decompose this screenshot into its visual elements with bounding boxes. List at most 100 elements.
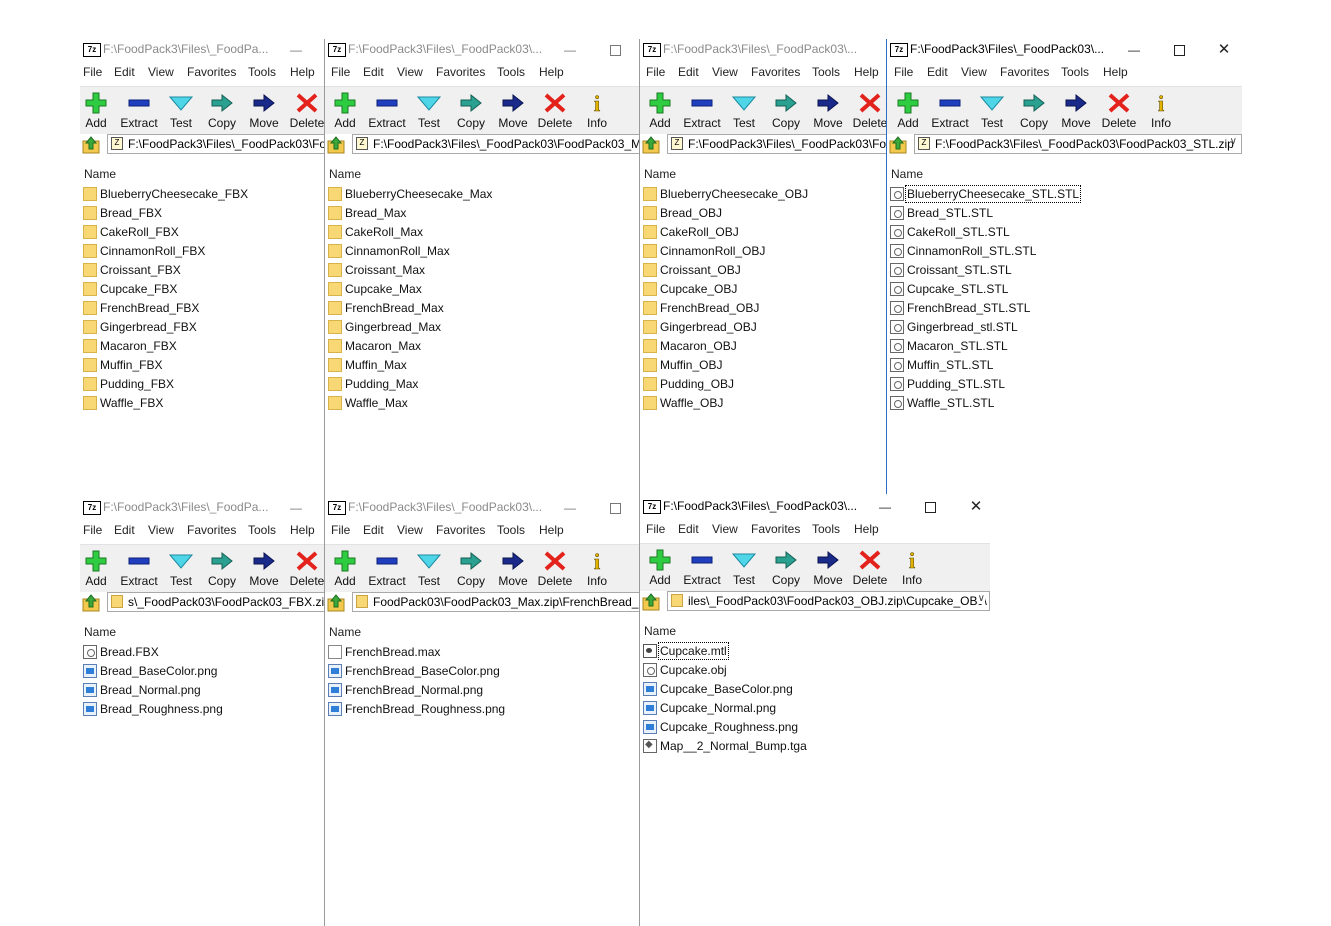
list-item[interactable]: Waffle_OBJ: [642, 394, 888, 413]
up-folder-icon[interactable]: [326, 593, 346, 613]
list-item[interactable]: Cupcake_Max: [327, 280, 640, 299]
minimize-button[interactable]: —: [276, 39, 316, 61]
list-item[interactable]: CinnamonRoll_Max: [327, 242, 640, 261]
menu-help[interactable]: Help: [854, 522, 879, 536]
address-field[interactable]: s\_FoodPack03\FoodPack03_FBX.zip: [107, 592, 325, 612]
up-folder-icon[interactable]: [641, 135, 661, 155]
column-header[interactable]: Name: [82, 166, 326, 184]
list-item[interactable]: Gingerbread_OBJ: [642, 318, 888, 337]
list-item[interactable]: BlueberryCheesecake_STL.STL: [889, 185, 1242, 204]
minimize-button[interactable]: —: [865, 496, 905, 518]
close-button[interactable]: ✕: [956, 496, 990, 518]
menu-view[interactable]: View: [148, 65, 174, 79]
menu-help[interactable]: Help: [1103, 65, 1128, 79]
list-item[interactable]: Macaron_Max: [327, 337, 640, 356]
list-item[interactable]: Cupcake_Roughness.png: [642, 718, 990, 737]
list-item[interactable]: Bread.FBX: [82, 643, 325, 662]
menu-file[interactable]: File: [894, 65, 913, 79]
address-field[interactable]: iles\_FoodPack03\FoodPack03_OBJ.zip\Cupc…: [667, 591, 990, 611]
list-item[interactable]: CakeRoll_STL.STL: [889, 223, 1242, 242]
menu-help[interactable]: Help: [539, 523, 564, 537]
up-folder-icon[interactable]: [326, 135, 346, 155]
menu-favorites[interactable]: Favorites: [1000, 65, 1049, 79]
list-item[interactable]: Muffin_FBX: [82, 356, 326, 375]
menu-edit[interactable]: Edit: [114, 65, 135, 79]
list-item[interactable]: FrenchBread_FBX: [82, 299, 326, 318]
list-item[interactable]: Cupcake_FBX: [82, 280, 326, 299]
list-item[interactable]: Bread_Roughness.png: [82, 700, 325, 719]
menu-view[interactable]: View: [397, 523, 423, 537]
menu-view[interactable]: View: [397, 65, 423, 79]
menu-help[interactable]: Help: [539, 65, 564, 79]
menu-help[interactable]: Help: [290, 65, 315, 79]
menu-view[interactable]: View: [712, 522, 738, 536]
list-item[interactable]: Macaron_OBJ: [642, 337, 888, 356]
menu-file[interactable]: File: [83, 523, 102, 537]
menu-edit[interactable]: Edit: [678, 65, 699, 79]
menu-favorites[interactable]: Favorites: [436, 65, 485, 79]
list-item[interactable]: Pudding_Max: [327, 375, 640, 394]
info-button[interactable]: i Info: [575, 87, 619, 134]
list-item[interactable]: Cupcake.mtl: [642, 642, 990, 661]
menu-favorites[interactable]: Favorites: [436, 523, 485, 537]
list-item[interactable]: Bread_OBJ: [642, 204, 888, 223]
column-header[interactable]: Name: [642, 623, 990, 641]
address-field[interactable]: Z F:\FoodPack3\Files\_FoodPack03\Fo: [667, 134, 888, 154]
menu-edit[interactable]: Edit: [678, 522, 699, 536]
list-item[interactable]: Cupcake_Normal.png: [642, 699, 990, 718]
list-item[interactable]: Waffle_Max: [327, 394, 640, 413]
list-item[interactable]: Waffle_FBX: [82, 394, 326, 413]
close-button[interactable]: ✕: [1204, 39, 1242, 61]
minimize-button[interactable]: —: [1114, 39, 1154, 61]
window-stl-root[interactable]: 7z F:\FoodPack3\Files\_FoodPack03\... — …: [886, 39, 1242, 494]
list-item[interactable]: Bread_BaseColor.png: [82, 662, 325, 681]
list-item[interactable]: Macaron_FBX: [82, 337, 326, 356]
window-cupcake-obj[interactable]: 7z F:\FoodPack3\Files\_FoodPack03\... — …: [639, 496, 990, 926]
menu-favorites[interactable]: Favorites: [187, 523, 236, 537]
list-item[interactable]: FrenchBread_OBJ: [642, 299, 888, 318]
up-folder-icon[interactable]: [81, 593, 101, 613]
list-item[interactable]: FrenchBread_Roughness.png: [327, 700, 640, 719]
address-field[interactable]: Z F:\FoodPack3\Files\_FoodPack03\Fo: [107, 134, 326, 154]
column-header[interactable]: Name: [642, 166, 888, 184]
list-item[interactable]: CinnamonRoll_FBX: [82, 242, 326, 261]
menu-help[interactable]: Help: [854, 65, 879, 79]
minimize-button[interactable]: —: [550, 39, 590, 61]
list-item[interactable]: Gingerbread_Max: [327, 318, 640, 337]
title-bar[interactable]: 7z F:\FoodPack3\Files\_FoodPack03\... —: [325, 497, 640, 519]
list-item[interactable]: FrenchBread.max: [327, 643, 640, 662]
menu-edit[interactable]: Edit: [363, 65, 384, 79]
chevron-down-icon[interactable]: ∨: [1230, 136, 1237, 147]
title-bar[interactable]: 7z F:\FoodPack3\Files\_FoodPack03\... — …: [887, 39, 1242, 61]
up-folder-icon[interactable]: [81, 135, 101, 155]
list-item[interactable]: Macaron_STL.STL: [889, 337, 1242, 356]
list-item[interactable]: Croissant_Max: [327, 261, 640, 280]
minimize-button[interactable]: —: [550, 497, 590, 519]
maximize-button[interactable]: [1159, 39, 1199, 61]
info-button[interactable]: i Info: [890, 544, 934, 591]
list-item[interactable]: Bread_STL.STL: [889, 204, 1242, 223]
window-frenchbread-max[interactable]: 7z F:\FoodPack3\Files\_FoodPack03\... — …: [324, 497, 640, 926]
list-item[interactable]: Map__2_Normal_Bump.tga: [642, 737, 990, 756]
list-item[interactable]: Cupcake_STL.STL: [889, 280, 1242, 299]
chevron-down-icon[interactable]: ∨: [977, 593, 985, 604]
list-item[interactable]: Croissant_STL.STL: [889, 261, 1242, 280]
maximize-button[interactable]: [595, 39, 635, 61]
menu-tools[interactable]: Tools: [812, 65, 840, 79]
column-header[interactable]: Name: [82, 624, 325, 642]
list-item[interactable]: Pudding_OBJ: [642, 375, 888, 394]
maximize-button[interactable]: [595, 497, 635, 519]
title-bar[interactable]: 7z F:\FoodPack3\Files\_FoodPack03\...: [640, 39, 888, 61]
title-bar[interactable]: 7z F:\FoodPack3\Files\_FoodPa... —: [80, 39, 326, 61]
list-item[interactable]: CakeRoll_FBX: [82, 223, 326, 242]
list-item[interactable]: Muffin_Max: [327, 356, 640, 375]
title-bar[interactable]: 7z F:\FoodPack3\Files\_FoodPa... —: [80, 497, 325, 519]
list-item[interactable]: Gingerbread_FBX: [82, 318, 326, 337]
list-item[interactable]: Bread_FBX: [82, 204, 326, 223]
maximize-button[interactable]: [910, 496, 950, 518]
list-item[interactable]: Bread_Normal.png: [82, 681, 325, 700]
list-item[interactable]: FrenchBread_BaseColor.png: [327, 662, 640, 681]
list-item[interactable]: BlueberryCheesecake_FBX: [82, 185, 326, 204]
list-item[interactable]: Croissant_FBX: [82, 261, 326, 280]
info-button[interactable]: i Info: [1139, 87, 1183, 134]
